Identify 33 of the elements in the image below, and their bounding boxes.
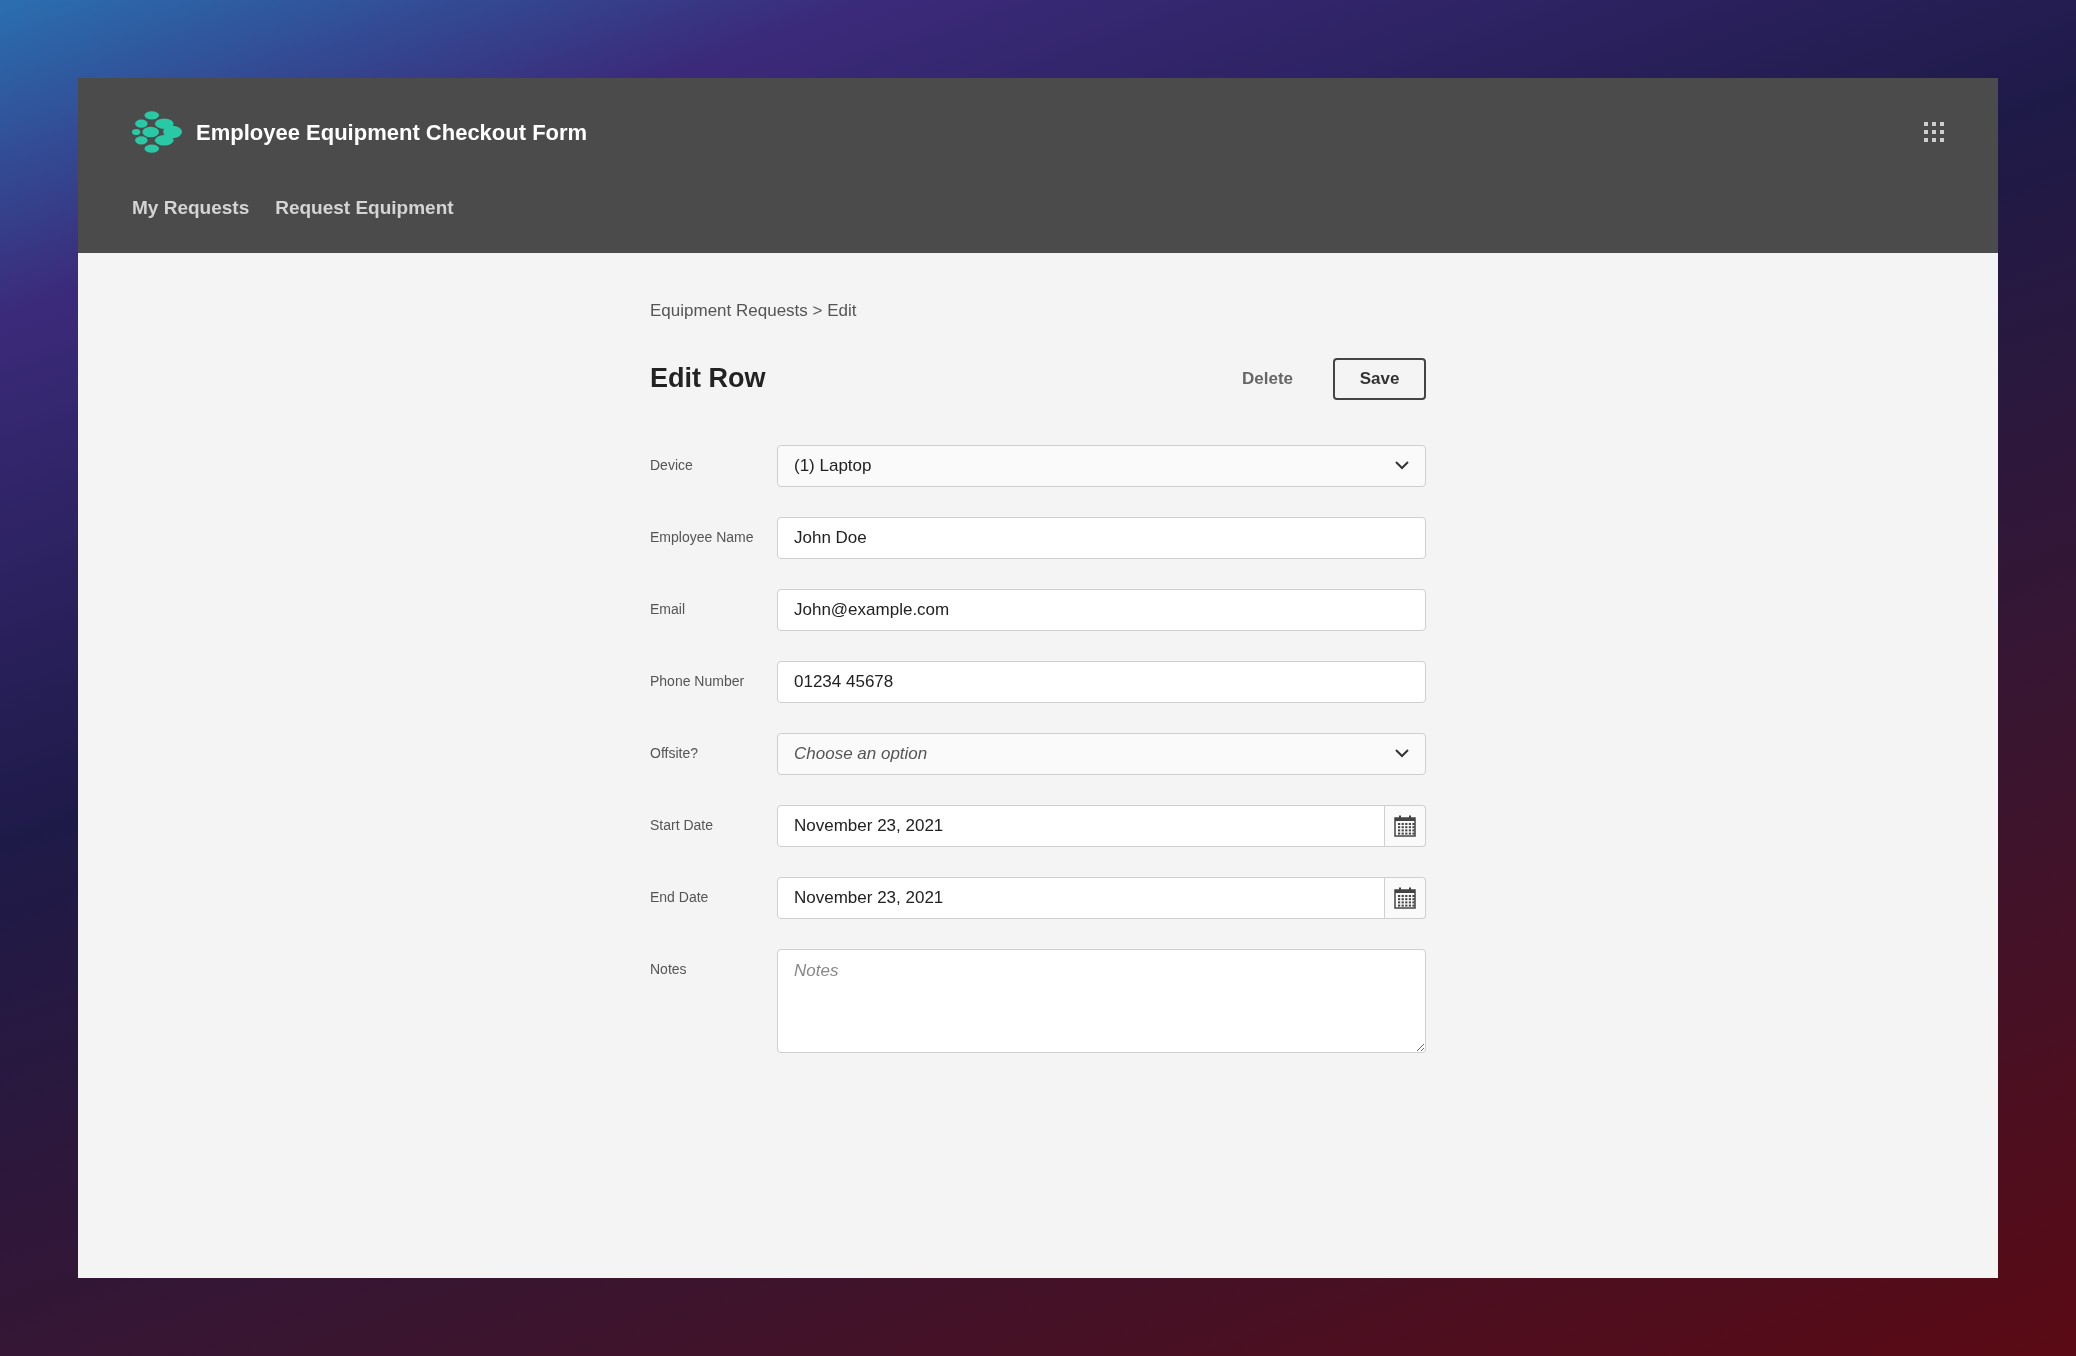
field-label: Email xyxy=(650,600,686,619)
field-label: Offsite? xyxy=(650,744,699,763)
dropdown-placeholder: Choose an option xyxy=(794,742,928,765)
nav-link[interactable]: Request Equipment xyxy=(275,193,454,223)
field-label: Employee Name xyxy=(650,528,755,547)
calendar-button[interactable] xyxy=(1385,876,1426,919)
date-input-field[interactable]: November 23, 2021 xyxy=(777,804,1385,847)
text-input-field[interactable]: 01234 45678 xyxy=(777,660,1426,703)
notes-textarea-field[interactable]: Notes xyxy=(777,948,1426,1053)
calendar-button[interactable] xyxy=(1385,804,1426,847)
field-label: End Date xyxy=(650,888,710,907)
breadcrumb: Equipment Requests > Edit xyxy=(650,300,858,322)
apps-grid-icon[interactable] xyxy=(1924,122,1944,142)
logo-icon xyxy=(132,109,184,155)
calendar-icon xyxy=(1394,814,1416,837)
text-input-field[interactable]: John Doe xyxy=(777,516,1426,559)
date-input-field[interactable]: November 23, 2021 xyxy=(777,876,1385,919)
chevron-down-icon xyxy=(1395,749,1409,758)
dropdown-field[interactable]: Choose an option xyxy=(777,732,1426,775)
nav-link[interactable]: My Requests xyxy=(132,193,250,223)
dropdown-value: (1) Laptop xyxy=(794,454,872,477)
delete-button[interactable]: Delete xyxy=(1241,365,1293,392)
app-title: Employee Equipment Checkout Form xyxy=(196,118,588,147)
save-button[interactable]: Save xyxy=(1333,357,1426,400)
calendar-icon xyxy=(1394,886,1416,909)
text-input-field[interactable]: John@example.com xyxy=(777,588,1426,631)
page-heading: Edit Row xyxy=(650,362,766,396)
dropdown-field[interactable]: (1) Laptop xyxy=(777,444,1426,487)
chevron-down-icon xyxy=(1395,461,1409,470)
field-label: Start Date xyxy=(650,816,715,835)
field-label: Notes xyxy=(650,959,688,979)
field-label: Device xyxy=(650,456,694,475)
field-label: Phone Number xyxy=(650,672,746,691)
